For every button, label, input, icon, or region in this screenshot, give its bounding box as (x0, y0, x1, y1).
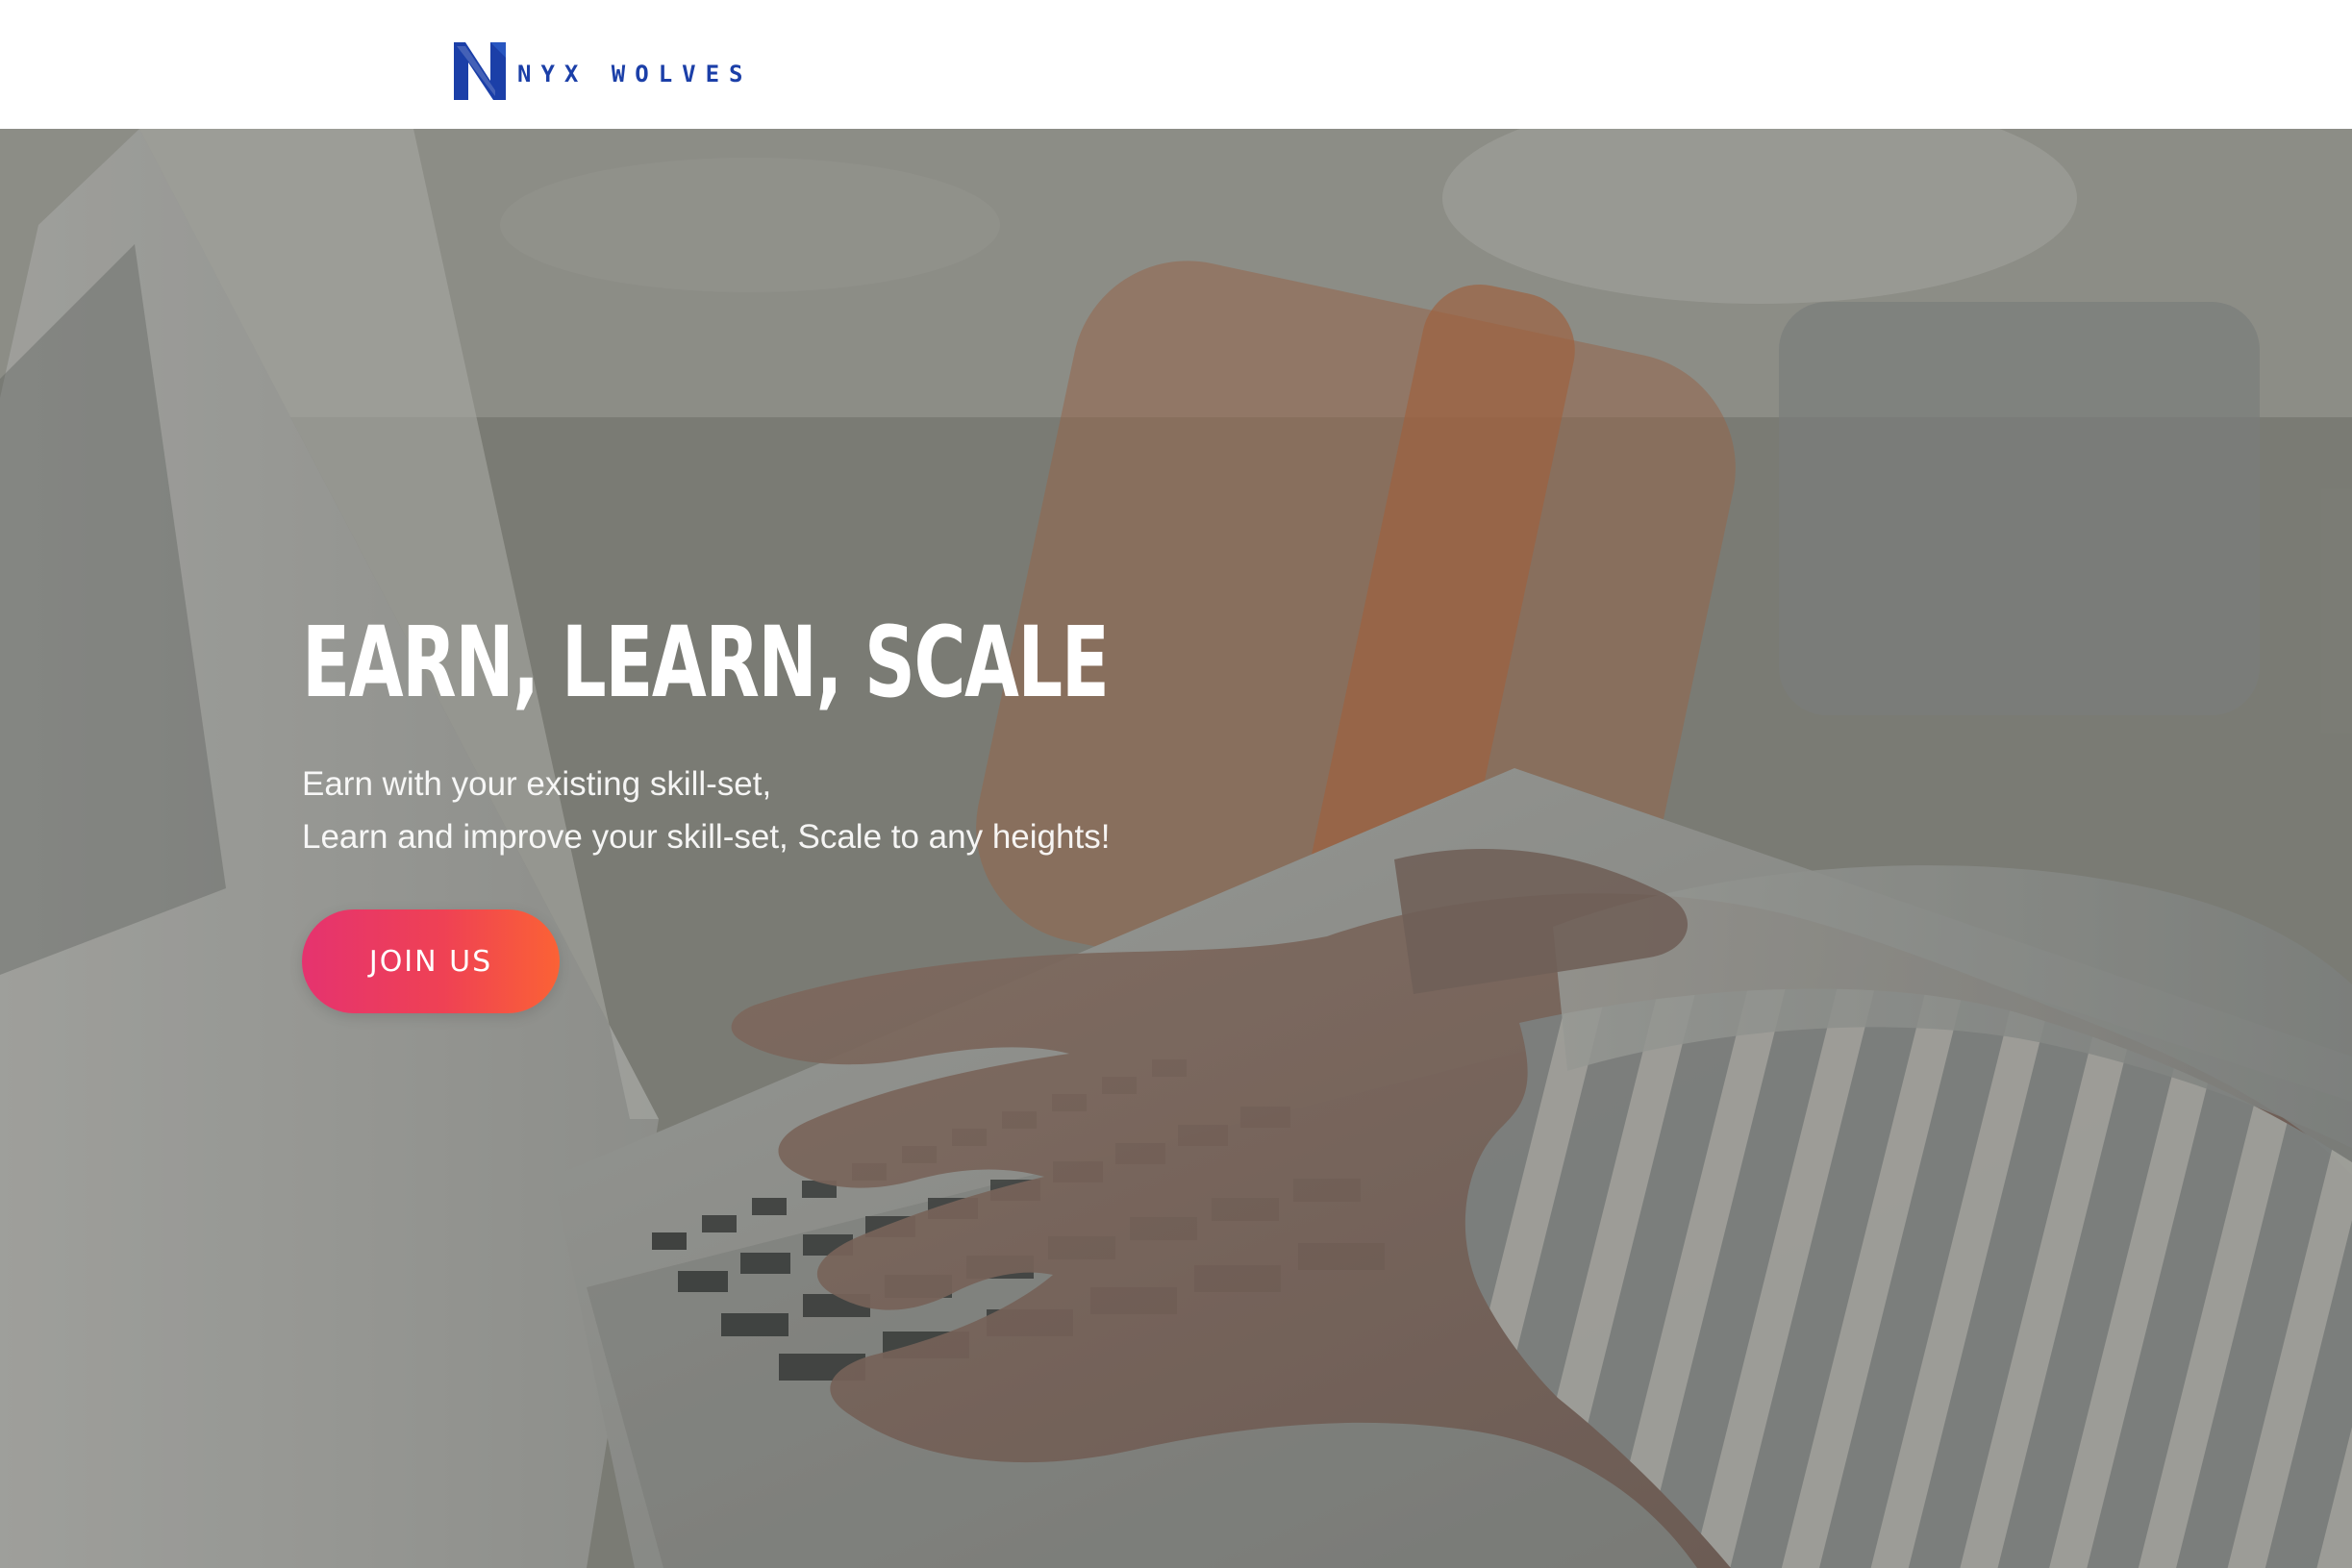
site-header: NYX WOLVES (0, 0, 2352, 129)
hero-section: EARN, LEARN, SCALE Earn with your existi… (0, 129, 2352, 1568)
hero-subtext-line-1: Earn with your existing skill-set, (302, 765, 772, 803)
brand-logo[interactable]: NYX WOLVES (452, 40, 753, 102)
join-us-button[interactable]: JOIN US (302, 909, 560, 1013)
hero-content: EARN, LEARN, SCALE Earn with your existi… (302, 614, 1264, 1013)
hero-subtext-line-2: Learn and improve your skill-set, Scale … (302, 818, 1111, 856)
wolf-n-logo-icon (454, 42, 506, 100)
hero-subtext: Earn with your existing skill-set, Learn… (302, 758, 1264, 863)
hero-headline: EARN, LEARN, SCALE (302, 606, 1110, 720)
brand-name: NYX WOLVES (517, 61, 753, 87)
